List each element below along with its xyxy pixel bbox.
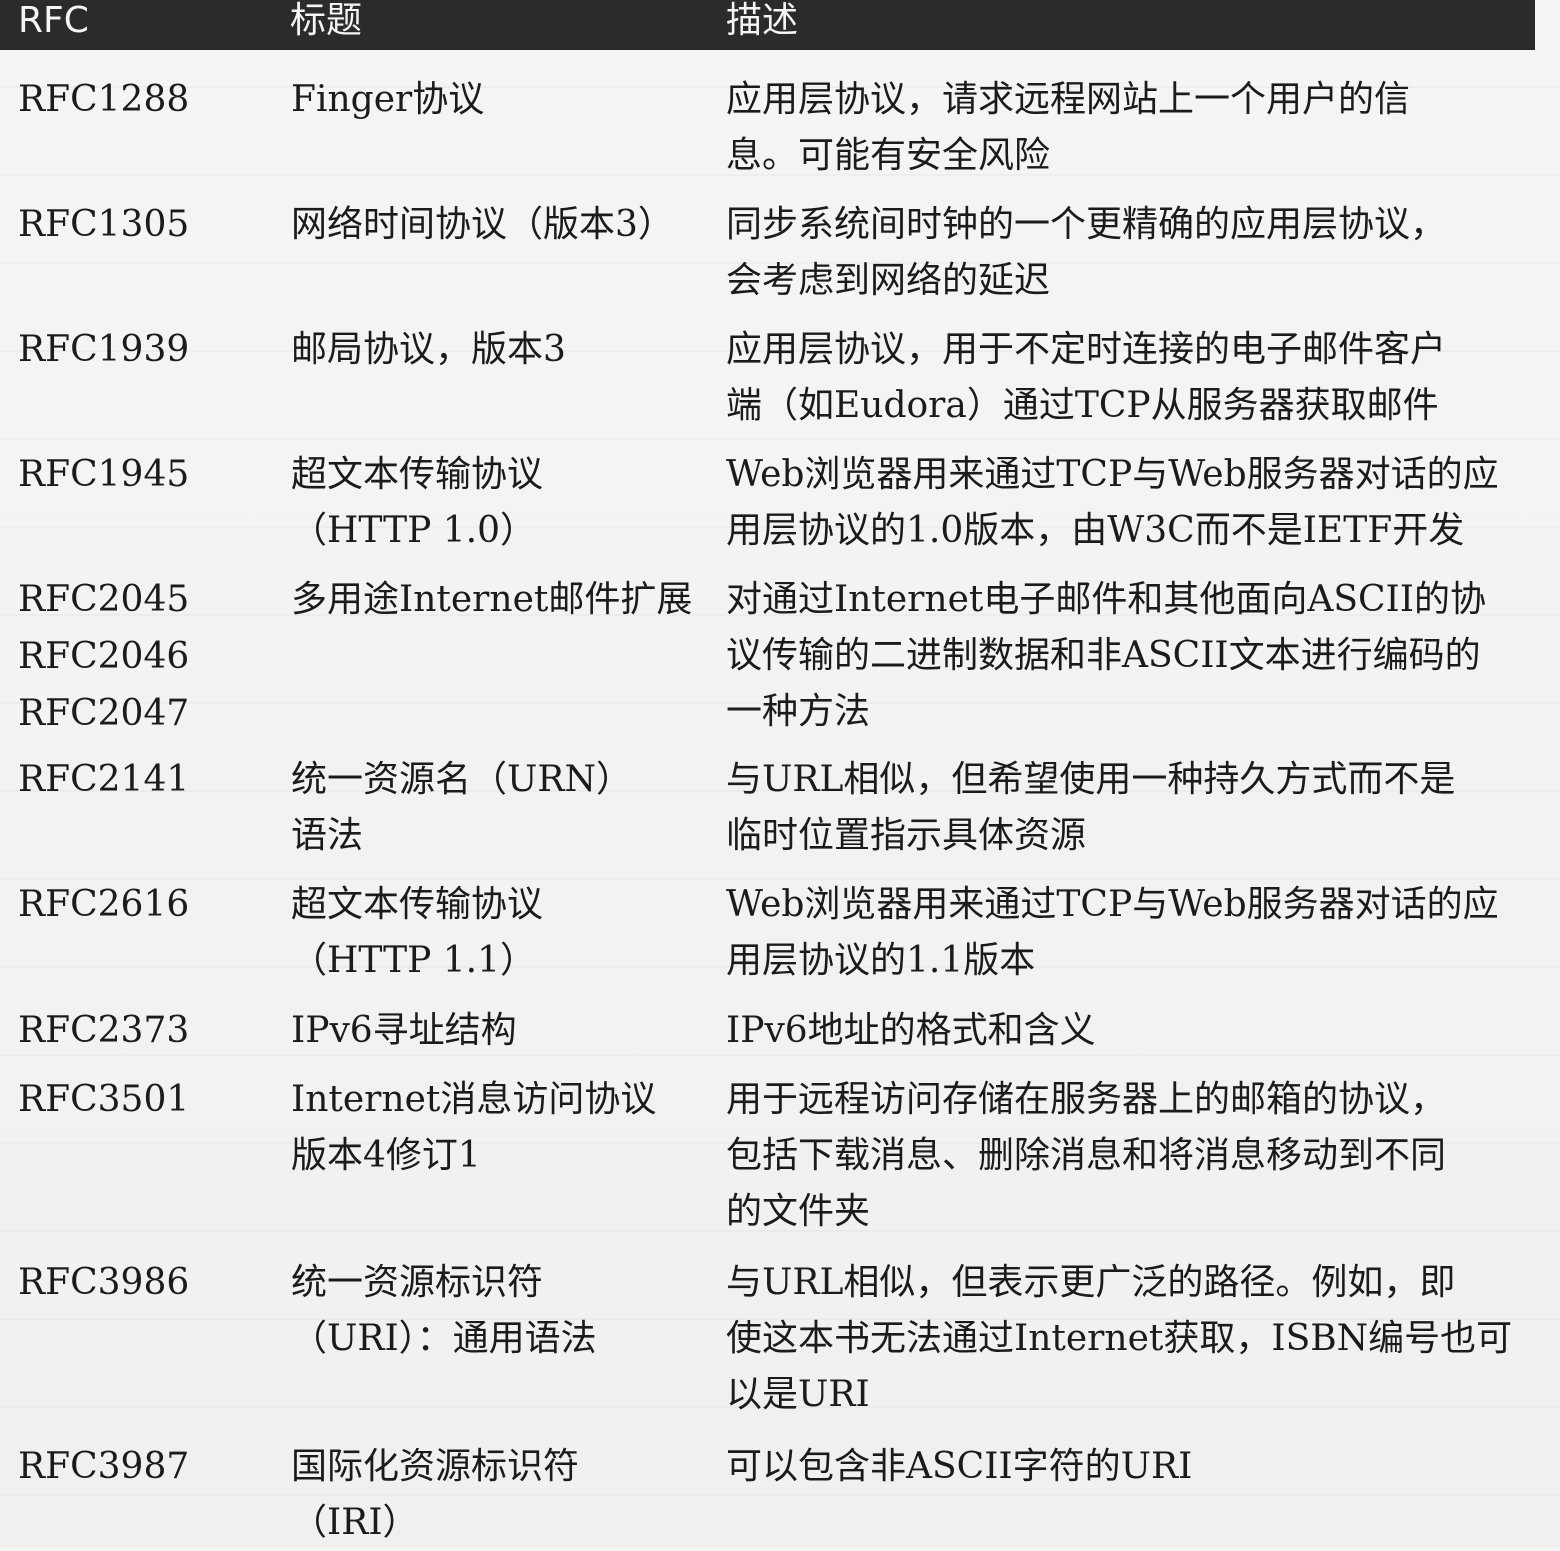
rfc-title-cell: 网络时间协议（版本3） bbox=[291, 204, 674, 245]
rfc-title-cell: Internet消息访问协议 版本4修订1 bbox=[291, 1079, 657, 1176]
rfc-number: RFC2046 bbox=[18, 636, 190, 677]
rfc-title-cell: 超文本传输协议 （HTTP 1.0） bbox=[291, 454, 544, 551]
rfc-description-cell: IPv6地址的格式和含义 bbox=[726, 1010, 1096, 1051]
rfc-title-cell: 多用途Internet邮件扩展 bbox=[291, 579, 693, 620]
rfc-number: RFC2045 bbox=[18, 579, 190, 620]
header-title: 标题 bbox=[290, 0, 363, 41]
rfc-title-cell: 统一资源名（URN） 语法 bbox=[291, 759, 632, 856]
rfc-number-cell: RFC2141 bbox=[18, 752, 278, 809]
rfc-description-cell: 同步系统间时钟的一个更精确的应用层协议， 会考虑到网络的延迟 bbox=[726, 204, 1447, 301]
rfc-title-cell: 邮局协议，版本3 bbox=[291, 329, 566, 370]
rfc-description-cell: 可以包含非ASCII字符的URI bbox=[726, 1446, 1193, 1487]
rfc-number-cell: RFC1945 bbox=[18, 447, 278, 504]
rfc-number-cell: RFC1288 bbox=[18, 72, 278, 129]
table-header: RFC 标题 描述 bbox=[0, 0, 1535, 50]
rfc-number-cell: RFC2616 bbox=[18, 877, 278, 934]
rfc-description-cell: 应用层协议，请求远程网站上一个用户的信 息。可能有安全风险 bbox=[726, 79, 1411, 176]
rfc-number: RFC3501 bbox=[18, 1079, 190, 1120]
rfc-description-cell: 与URL相似，但希望使用一种持久方式而不是 临时位置指示具体资源 bbox=[726, 759, 1456, 856]
rfc-number-cell: RFC3501 bbox=[18, 1072, 278, 1129]
header-rfc: RFC bbox=[18, 0, 89, 41]
rfc-title-cell: 国际化资源标识符 （IRI） bbox=[291, 1446, 580, 1543]
rfc-description-cell: 应用层协议，用于不定时连接的电子邮件客户 端（如Eudora）通过TCP从服务器… bbox=[726, 329, 1447, 426]
rfc-number: RFC1939 bbox=[18, 329, 190, 370]
rfc-title-cell: 超文本传输协议 （HTTP 1.1） bbox=[291, 884, 544, 981]
rfc-description-cell: 对通过Internet电子邮件和其他面向ASCII的协 议传输的二进制数据和非A… bbox=[726, 579, 1486, 732]
rfc-description-cell: Web浏览器用来通过TCP与Web服务器对话的应 用层协议的1.1版本 bbox=[726, 884, 1499, 981]
rfc-number: RFC2047 bbox=[18, 693, 190, 734]
rfc-number-cell: RFC1939 bbox=[18, 322, 278, 379]
rfc-number: RFC1945 bbox=[18, 454, 190, 495]
rfc-number: RFC2141 bbox=[18, 759, 190, 800]
header-description: 描述 bbox=[726, 0, 799, 41]
document-page: RFC 标题 描述 RFC1288 Finger协议 应用层协议，请求远程网站上一个… bbox=[0, 0, 1560, 1547]
rfc-number: RFC3986 bbox=[18, 1262, 190, 1303]
rfc-description-cell: 与URL相似，但表示更广泛的路径。例如，即 使这本书无法通过Internet获取… bbox=[726, 1262, 1513, 1415]
rfc-number-cell: RFC2045 RFC2046 RFC2047 bbox=[18, 572, 278, 743]
rfc-description-cell: Web浏览器用来通过TCP与Web服务器对话的应 用层协议的1.0版本，由W3C… bbox=[726, 454, 1499, 551]
rfc-number-cell: RFC3987 bbox=[18, 1439, 278, 1496]
rfc-number: RFC2616 bbox=[18, 884, 190, 925]
rfc-number-cell: RFC2373 bbox=[18, 1003, 278, 1060]
rfc-number: RFC2373 bbox=[18, 1010, 190, 1051]
rfc-title-cell: Finger协议 bbox=[291, 79, 485, 120]
rfc-number: RFC3987 bbox=[18, 1446, 190, 1487]
rfc-number: RFC1305 bbox=[18, 204, 190, 245]
rfc-title-cell: 统一资源标识符 （URI）：通用语法 bbox=[291, 1262, 597, 1359]
rfc-number: RFC1288 bbox=[18, 79, 190, 120]
rfc-number-cell: RFC3986 bbox=[18, 1255, 278, 1312]
rfc-title-cell: IPv6寻址结构 bbox=[291, 1010, 517, 1051]
rfc-description-cell: 用于远程访问存储在服务器上的邮箱的协议， 包括下载消息、删除消息和将消息移动到不… bbox=[726, 1079, 1447, 1232]
rfc-number-cell: RFC1305 bbox=[18, 197, 278, 254]
